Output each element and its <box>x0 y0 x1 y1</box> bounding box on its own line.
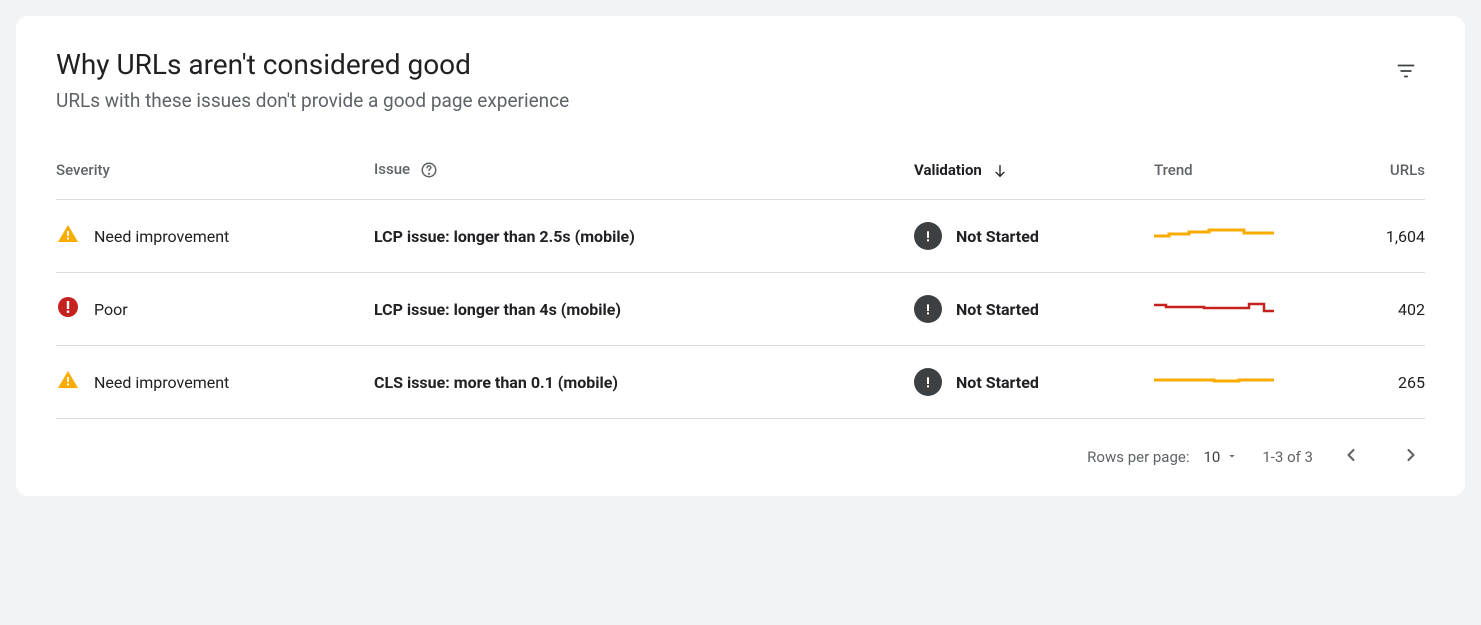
table-row[interactable]: Need improvement LCP issue: longer than … <box>56 200 1425 273</box>
issue-text: CLS issue: more than 0.1 (mobile) <box>374 373 618 392</box>
url-count: 265 <box>1326 346 1425 419</box>
exclamation-icon <box>914 222 942 250</box>
table-row[interactable]: Poor LCP issue: longer than 4s (mobile) … <box>56 273 1425 346</box>
trend-sparkline <box>1146 346 1326 419</box>
validation-cell: Not Started <box>914 222 1138 250</box>
trend-sparkline <box>1146 273 1326 346</box>
table-row[interactable]: Need improvement CLS issue: more than 0.… <box>56 346 1425 419</box>
pager-buttons <box>1337 441 1425 472</box>
chevron-left-icon <box>1341 453 1361 468</box>
severity-label: Need improvement <box>94 227 229 246</box>
validation-cell: Not Started <box>914 295 1138 323</box>
page-size-value: 10 <box>1203 448 1220 466</box>
col-header-validation[interactable]: Validation <box>906 160 1146 200</box>
url-count: 402 <box>1326 273 1425 346</box>
issue-header-label: Issue <box>374 160 410 178</box>
severity-label: Need improvement <box>94 373 229 392</box>
issues-table: Severity Issue Validation Trend URLs <box>56 160 1425 419</box>
table-header-row: Severity Issue Validation Trend URLs <box>56 160 1425 200</box>
pagination-range: 1-3 of 3 <box>1262 448 1313 466</box>
severity-cell: Need improvement <box>56 368 358 396</box>
filter-button[interactable] <box>1387 52 1425 93</box>
card-subtitle: URLs with these issues don't provide a g… <box>56 89 1387 112</box>
severity-cell: Poor <box>56 295 358 323</box>
col-header-trend[interactable]: Trend <box>1146 160 1326 200</box>
warning-triangle-icon <box>56 368 80 396</box>
exclamation-icon <box>914 295 942 323</box>
col-header-issue[interactable]: Issue <box>366 160 906 200</box>
trend-sparkline <box>1146 200 1326 273</box>
help-icon[interactable] <box>420 161 438 179</box>
validation-label: Not Started <box>956 227 1039 246</box>
filter-icon <box>1395 70 1417 85</box>
col-header-severity[interactable]: Severity <box>56 160 366 200</box>
validation-cell: Not Started <box>914 368 1138 396</box>
table-body: Need improvement LCP issue: longer than … <box>56 200 1425 419</box>
validation-label: Not Started <box>956 300 1039 319</box>
issue-text: LCP issue: longer than 2.5s (mobile) <box>374 227 635 246</box>
card-header: Why URLs aren't considered good URLs wit… <box>56 48 1425 160</box>
rows-per-page-label: Rows per page: <box>1087 448 1189 466</box>
validation-label: Not Started <box>956 373 1039 392</box>
chevron-right-icon <box>1401 453 1421 468</box>
validation-header-label: Validation <box>914 161 982 179</box>
url-count: 1,604 <box>1326 200 1425 273</box>
error-circle-icon <box>56 295 80 323</box>
previous-page-button[interactable] <box>1337 441 1365 472</box>
card-title: Why URLs aren't considered good <box>56 48 1387 81</box>
rows-per-page: Rows per page: 10 <box>1087 448 1238 466</box>
next-page-button[interactable] <box>1397 441 1425 472</box>
dropdown-triangle-icon <box>1226 448 1238 466</box>
page-size-select[interactable]: 10 <box>1203 448 1238 466</box>
sort-arrow-down-icon <box>992 163 1008 179</box>
severity-cell: Need improvement <box>56 222 358 250</box>
header-text: Why URLs aren't considered good URLs wit… <box>56 48 1387 160</box>
col-header-urls[interactable]: URLs <box>1326 160 1425 200</box>
warning-triangle-icon <box>56 222 80 250</box>
severity-label: Poor <box>94 300 128 319</box>
pagination-bar: Rows per page: 10 1-3 of 3 <box>56 419 1425 472</box>
issues-card: Why URLs aren't considered good URLs wit… <box>16 16 1465 496</box>
issue-text: LCP issue: longer than 4s (mobile) <box>374 300 621 319</box>
exclamation-icon <box>914 368 942 396</box>
